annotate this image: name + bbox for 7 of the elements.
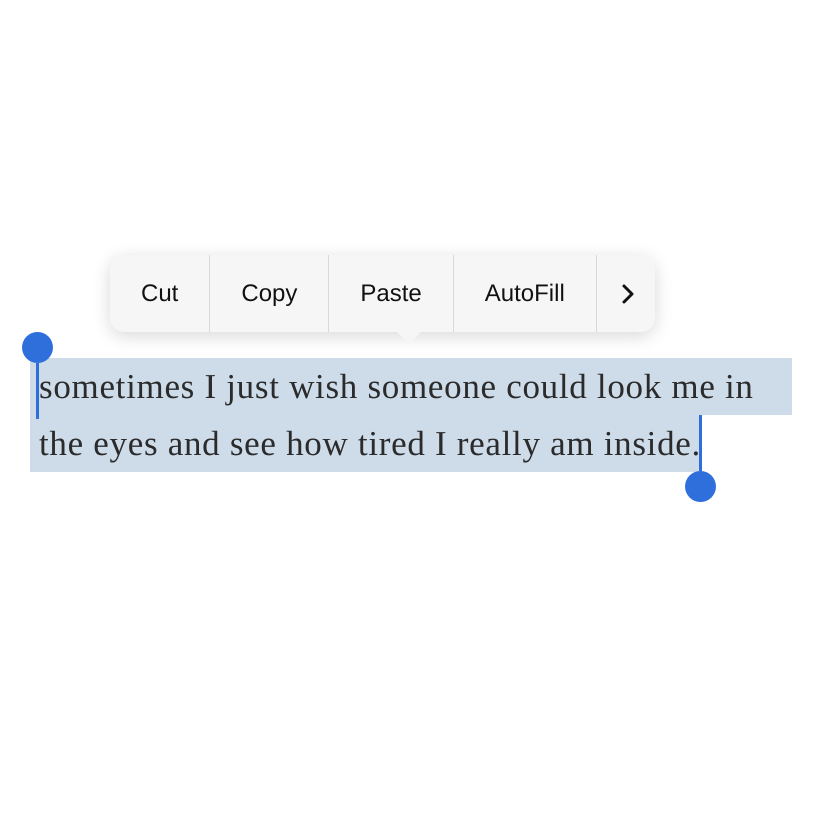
selected-text: sometimes I just wish someone could look me in [30, 358, 792, 415]
menu-item[interactable]: Copy [210, 255, 330, 332]
selected-text: the eyes and see how tired I really am inside. [30, 415, 701, 472]
menu-item[interactable]: Paste [329, 255, 454, 332]
menu-item[interactable]: AutoFill [454, 255, 597, 332]
menu-item[interactable]: Cut [110, 255, 210, 332]
chevron-right-icon [620, 282, 635, 304]
